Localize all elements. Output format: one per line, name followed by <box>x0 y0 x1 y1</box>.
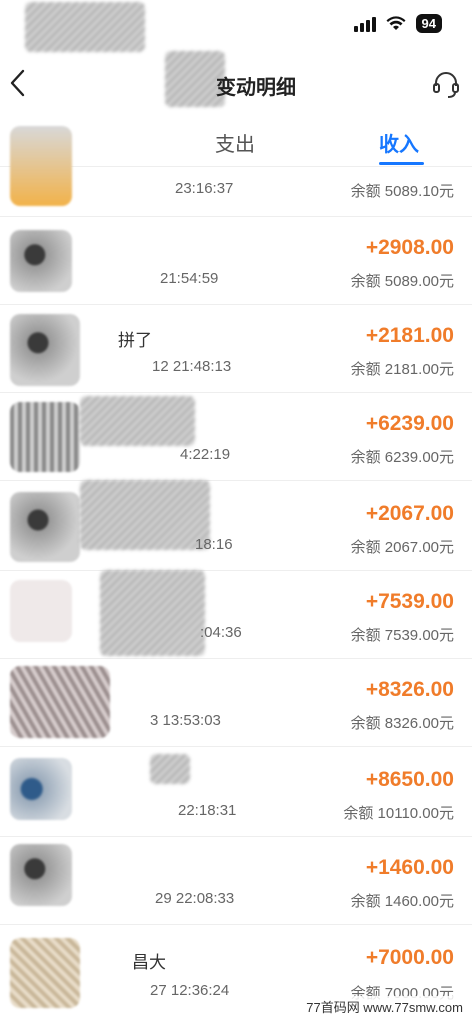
transaction-balance: 余额 7539.00元 <box>350 627 454 644</box>
avatar <box>10 938 80 1008</box>
signal-icon <box>353 16 376 32</box>
transaction-row[interactable]: +7539.00 :04:36 余额 7539.00元 <box>0 570 472 659</box>
status-indicators: 94 <box>353 14 442 33</box>
avatar <box>10 492 80 562</box>
transaction-balance: 余额 5089.00元 <box>350 273 454 290</box>
transaction-row[interactable]: +2067.00 18:16 余额 2067.00元 <box>0 480 472 571</box>
transaction-row[interactable]: +1460.00 29 22:08:33 余额 1460.00元 <box>0 836 472 925</box>
nav-header: 变动明细 <box>0 51 472 111</box>
transaction-amount: +8326.00 <box>365 678 454 701</box>
transaction-balance: 余额 6239.00元 <box>350 449 454 466</box>
transaction-amount: +2908.00 <box>365 236 454 259</box>
avatar <box>10 758 72 820</box>
avatar <box>10 126 72 206</box>
transaction-balance: 余额 1460.00元 <box>350 893 454 910</box>
transaction-amount: +6239.00 <box>365 412 454 435</box>
transaction-row[interactable]: 23:16:37 余额 5089.10元 <box>0 126 472 217</box>
redacted-area <box>80 480 210 550</box>
page-title: 变动明细 <box>216 77 296 99</box>
screen: 94 变动明细 支出 收入 23:16:37 余额 5089.10元 +2908… <box>0 0 472 1021</box>
transaction-balance: 余额 2181.00元 <box>350 361 454 378</box>
redacted-area <box>150 754 190 784</box>
wifi-icon <box>386 15 406 30</box>
transaction-time: 4:22:19 <box>180 446 231 463</box>
avatar <box>10 844 72 906</box>
watermark: 77首码网 www.77smw.com <box>303 996 466 1017</box>
transaction-row[interactable]: +8326.00 3 13:53:03 余额 8326.00元 <box>0 658 472 747</box>
transaction-balance: 余额 2067.00元 <box>350 539 454 556</box>
customer-service-icon <box>433 72 459 98</box>
transaction-name: 昌大 <box>132 953 166 972</box>
active-tab-indicator <box>379 162 424 165</box>
transaction-time: 21:54:59 <box>160 270 219 287</box>
transaction-time: 23:16:37 <box>175 180 234 197</box>
status-bar: 94 <box>0 0 472 52</box>
avatar <box>10 666 110 738</box>
transaction-row[interactable]: +8650.00 22:18:31 余额 10110.00元 <box>0 746 472 837</box>
transaction-time: 22:18:31 <box>178 802 237 819</box>
transaction-time: 12 21:48:13 <box>152 358 232 375</box>
transaction-amount: +2067.00 <box>365 502 454 525</box>
transaction-amount: +2181.00 <box>365 324 454 347</box>
redacted-area <box>25 2 145 52</box>
transaction-time: 29 22:08:33 <box>155 890 235 907</box>
transaction-row[interactable]: 拼了 +2181.00 12 21:48:13 余额 2181.00元 <box>0 304 472 393</box>
avatar <box>10 314 80 386</box>
transaction-amount: +7539.00 <box>365 590 454 613</box>
customer-service-button[interactable] <box>430 69 462 101</box>
transaction-time: 3 13:53:03 <box>150 712 221 729</box>
transaction-row[interactable]: +2908.00 21:54:59 余额 5089.00元 <box>0 216 472 305</box>
tab-expense[interactable]: 支出 <box>215 128 255 157</box>
avatar <box>10 580 72 642</box>
transaction-balance: 余额 10110.00元 <box>343 805 454 822</box>
transaction-amount: +7000.00 <box>365 946 454 969</box>
transaction-time: :04:36 <box>200 624 242 641</box>
transaction-time: 27 12:36:24 <box>150 982 230 999</box>
avatar <box>10 230 72 292</box>
avatar <box>10 402 80 472</box>
transaction-name: 拼了 <box>118 331 152 350</box>
transaction-amount: +1460.00 <box>365 856 454 879</box>
transaction-row[interactable]: +6239.00 4:22:19 余额 6239.00元 <box>0 392 472 481</box>
transaction-balance: 余额 5089.10元 <box>350 183 454 200</box>
battery-indicator: 94 <box>415 14 442 33</box>
redacted-area <box>80 396 195 446</box>
redacted-area <box>100 570 205 656</box>
tab-income[interactable]: 收入 <box>379 128 419 157</box>
transaction-time: 18:16 <box>195 536 233 553</box>
transaction-balance: 余额 8326.00元 <box>350 715 454 732</box>
transaction-amount: +8650.00 <box>365 768 454 791</box>
